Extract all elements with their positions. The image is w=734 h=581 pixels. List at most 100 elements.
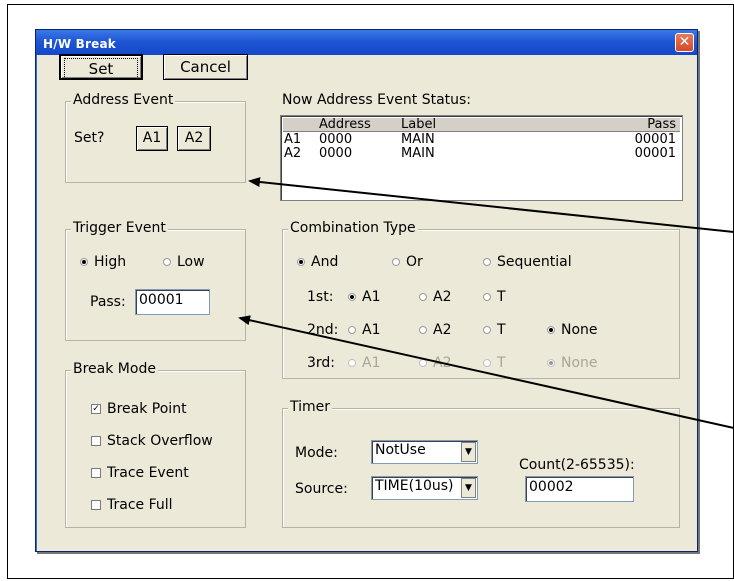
- radio-dot: [483, 258, 491, 266]
- list-item[interactable]: A2 0000 MAIN 00001: [283, 147, 680, 161]
- first-a1-radio[interactable]: A1: [348, 289, 380, 305]
- address-status-list[interactable]: Address Label Pass A1 0000 MAIN 00001 A2…: [280, 115, 683, 201]
- address-event-group: Address Event Set? A1 A2: [65, 92, 246, 183]
- or-label: Or: [406, 254, 423, 270]
- third-label: 3rd:: [307, 355, 336, 371]
- high-label: High: [94, 254, 127, 270]
- status-label: Now Address Event Status:: [282, 92, 472, 108]
- radio-dot: [547, 326, 555, 334]
- first-label: 1st:: [307, 289, 334, 305]
- first-a1-label: A1: [362, 289, 381, 305]
- col-label: Label: [401, 117, 437, 132]
- and-radio[interactable]: And: [297, 254, 338, 270]
- trigger-event-group: Trigger Event High Low Pass: 00001: [65, 220, 246, 341]
- stack-overflow-checkbox[interactable]: Stack Overflow: [91, 433, 213, 449]
- mode-label: Mode:: [295, 445, 338, 461]
- address-event-label: Address Event: [71, 92, 176, 108]
- first-t-radio[interactable]: T: [483, 289, 506, 305]
- second-a1-label: A1: [362, 322, 381, 338]
- mode-dropdown[interactable]: NotUse ▼: [371, 440, 478, 464]
- trace-full-label: Trace Full: [107, 497, 173, 513]
- third-a2-label: A2: [433, 355, 452, 371]
- a2-button[interactable]: A2: [177, 126, 211, 151]
- set-button-label: Set: [64, 58, 138, 79]
- third-a1-label: A1: [362, 355, 381, 371]
- second-t-radio[interactable]: T: [483, 322, 506, 338]
- trace-full-checkbox[interactable]: Trace Full: [91, 497, 173, 513]
- third-none-radio[interactable]: None: [547, 355, 598, 371]
- trigger-event-label: Trigger Event: [71, 220, 168, 236]
- third-a1-radio[interactable]: A1: [348, 355, 380, 371]
- second-a1-radio[interactable]: A1: [348, 322, 380, 338]
- radio-dot: [80, 258, 88, 266]
- source-dropdown[interactable]: TIME(10us) ▼: [371, 476, 478, 500]
- or-radio[interactable]: Or: [392, 254, 423, 270]
- third-none-label: None: [561, 355, 598, 371]
- checkbox-box: [91, 436, 101, 446]
- timer-label: Timer: [288, 399, 333, 415]
- second-label: 2nd:: [307, 322, 339, 338]
- radio-dot: [348, 293, 356, 301]
- chevron-down-icon[interactable]: ▼: [461, 442, 476, 462]
- col-pass: Pass: [647, 117, 676, 132]
- radio-dot: [419, 293, 427, 301]
- sequential-label: Sequential: [497, 254, 572, 270]
- radio-dot: [392, 258, 400, 266]
- trace-event-checkbox[interactable]: Trace Event: [91, 465, 189, 481]
- break-point-label: Break Point: [107, 401, 187, 417]
- break-mode-label: Break Mode: [71, 361, 158, 377]
- high-radio[interactable]: High: [80, 254, 126, 270]
- a1-button-label: A1: [142, 130, 162, 146]
- row-pass: 00001: [634, 132, 676, 147]
- timer-group: Timer Mode: NotUse ▼ Source: TIME(10us) …: [282, 399, 680, 528]
- chevron-down-icon[interactable]: ▼: [461, 478, 476, 498]
- set-button[interactable]: Set: [59, 54, 143, 80]
- row-address: 0000: [319, 132, 353, 147]
- second-none-label: None: [561, 322, 598, 338]
- cancel-button[interactable]: Cancel: [163, 54, 248, 80]
- source-label: Source:: [295, 481, 348, 497]
- sequential-radio[interactable]: Sequential: [483, 254, 572, 270]
- hw-break-dialog: H/W Break ✕ Set Cancel Address Event Set…: [35, 29, 698, 552]
- radio-dot: [547, 359, 555, 367]
- break-point-checkbox[interactable]: ✓ Break Point: [91, 401, 187, 417]
- second-t-label: T: [497, 322, 506, 338]
- title-bar[interactable]: H/W Break: [36, 30, 697, 55]
- pass-label: Pass:: [90, 294, 126, 310]
- list-item[interactable]: A1 0000 MAIN 00001: [283, 133, 680, 147]
- a2-button-label: A2: [184, 130, 204, 146]
- cancel-button-label: Cancel: [180, 58, 231, 76]
- checkbox-box: [91, 500, 101, 510]
- a1-button[interactable]: A1: [136, 126, 168, 151]
- radio-dot: [483, 326, 491, 334]
- mode-value: NotUse: [375, 442, 426, 458]
- and-label: And: [311, 254, 339, 270]
- checkbox-box: [91, 468, 101, 478]
- second-a2-radio[interactable]: A2: [419, 322, 451, 338]
- row-label: MAIN: [401, 132, 435, 147]
- third-t-radio[interactable]: T: [483, 355, 506, 371]
- first-t-label: T: [497, 289, 506, 305]
- trace-event-label: Trace Event: [107, 465, 189, 481]
- pass-input[interactable]: 00001: [135, 289, 210, 315]
- row-address: 0000: [319, 146, 353, 161]
- radio-dot: [163, 258, 171, 266]
- third-t-label: T: [497, 355, 506, 371]
- combination-type-group: Combination Type And Or Sequential 1st: …: [282, 220, 680, 379]
- close-icon[interactable]: ✕: [675, 33, 694, 52]
- radio-dot: [419, 326, 427, 334]
- low-radio[interactable]: Low: [163, 254, 205, 270]
- count-input[interactable]: 00002: [525, 476, 634, 502]
- radio-dot: [419, 359, 427, 367]
- low-label: Low: [177, 254, 205, 270]
- second-none-radio[interactable]: None: [547, 322, 598, 338]
- radio-dot: [348, 326, 356, 334]
- row-id: A1: [284, 132, 302, 147]
- third-a2-radio[interactable]: A2: [419, 355, 451, 371]
- break-mode-group: Break Mode ✓ Break Point Stack Overflow T…: [65, 361, 246, 528]
- row-label: MAIN: [401, 146, 435, 161]
- col-address: Address: [319, 117, 371, 132]
- set-prompt: Set?: [74, 130, 105, 146]
- check-icon: ✓: [91, 404, 101, 414]
- first-a2-radio[interactable]: A2: [419, 289, 451, 305]
